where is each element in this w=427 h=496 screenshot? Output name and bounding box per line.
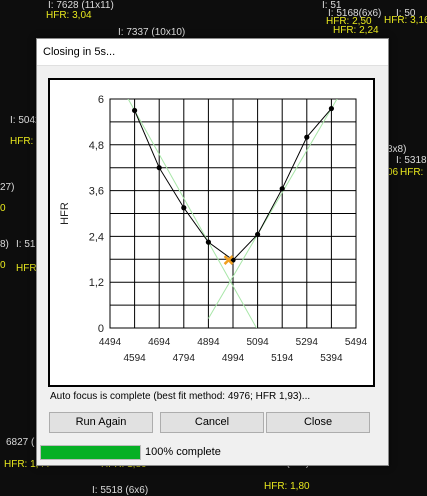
- autofocus-chart: 0 1,2 2,4 3,6 4,8 6 4494 4694 4894 5094 5294 5494 45…: [48, 78, 375, 387]
- star-label: 8): [0, 239, 9, 250]
- progress-fill: [41, 446, 140, 459]
- autofocus-chart-svg: 0 1,2 2,4 3,6 4,8 6 4494 4694 4894 5094 5294 5494 45…: [59, 94, 368, 364]
- dialog-title: Closing in 5s...: [43, 46, 116, 58]
- data-point: [304, 134, 310, 140]
- data-point: [279, 186, 285, 192]
- x-tick-label: 5494: [345, 337, 368, 348]
- star-label: 0: [0, 203, 6, 214]
- data-point: [255, 231, 261, 238]
- autofocus-dialog: Closing in 5s... 0 1,2 2,4 3,6 4,8 6 4494 4694 4…: [36, 38, 389, 466]
- star-label: HFR:: [10, 136, 34, 147]
- star-label: I: 7337 (10x10): [118, 27, 186, 38]
- y-tick-label: 3,6: [89, 186, 104, 198]
- star-label: 0: [0, 260, 6, 271]
- x-tick-label: 4594: [123, 353, 146, 364]
- star-label: HFR:: [400, 167, 424, 178]
- x-tick-label: 4894: [197, 337, 220, 348]
- y-axis-label: HFR: [59, 202, 71, 225]
- data-point: [132, 107, 138, 114]
- y-tick-label: 4,8: [89, 140, 104, 152]
- star-label: 6827 (: [6, 437, 35, 448]
- x-tick-label: 4494: [99, 337, 122, 348]
- star-label: I: 50: [396, 8, 416, 19]
- star-label: HFR: 2,24: [333, 25, 379, 36]
- data-point: [181, 205, 187, 211]
- star-label: HFR: 3,04: [46, 10, 92, 21]
- progress-label: 100% complete: [145, 446, 221, 458]
- y-tick-label: 2,4: [89, 231, 104, 243]
- data-point: [328, 105, 334, 112]
- star-label: I: 5518 (6x6): [92, 485, 149, 496]
- data-point: [205, 239, 211, 245]
- y-tick-label: 6: [98, 94, 104, 106]
- x-tick-label: 5194: [271, 353, 294, 364]
- run-again-button[interactable]: Run Again: [49, 412, 153, 433]
- data-point: [156, 165, 162, 171]
- dialog-titlebar[interactable]: Closing in 5s...: [37, 39, 388, 66]
- x-tick-label: 5294: [296, 337, 319, 348]
- star-label: HFR: 1,80: [264, 481, 310, 492]
- x-tick-label: 4694: [148, 337, 171, 348]
- star-label: I: 5318: [396, 155, 427, 166]
- x-tick-label: 5394: [320, 353, 343, 364]
- star-label: 3x8): [387, 144, 407, 155]
- close-button[interactable]: Close: [266, 412, 370, 433]
- progress-bar: [40, 445, 141, 460]
- y-tick-label: 0: [98, 323, 104, 335]
- x-tick-label: 5094: [246, 337, 269, 348]
- x-tick-label: 4994: [222, 353, 245, 364]
- autofocus-status-text: Auto focus is complete (best fit method:…: [50, 391, 311, 402]
- cancel-button[interactable]: Cancel: [160, 412, 264, 433]
- y-tick-label: 1,2: [89, 277, 104, 289]
- x-tick-label: 4794: [173, 353, 196, 364]
- star-label: 27): [0, 182, 15, 193]
